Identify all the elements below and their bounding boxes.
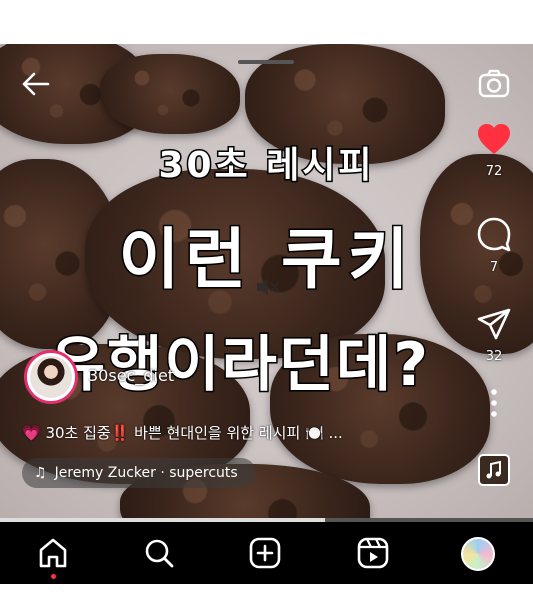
music-note-icon: ♫ — [34, 465, 47, 481]
more-icon[interactable] — [489, 388, 499, 418]
comment-count: 7 — [489, 260, 499, 275]
notification-dot — [51, 574, 56, 579]
like-count: 72 — [485, 164, 503, 179]
comment-action[interactable]: 7 — [468, 216, 520, 275]
share-count: 32 — [485, 349, 503, 364]
camera-icon[interactable] — [476, 66, 512, 102]
create-icon[interactable] — [248, 536, 282, 570]
reels-icon[interactable] — [356, 536, 390, 570]
audio-thumbnail-button[interactable] — [468, 454, 520, 490]
username[interactable]: 30sec_diet — [88, 366, 174, 385]
drag-handle[interactable] — [238, 60, 294, 64]
caption-line-1: 30초 레시피 — [157, 144, 375, 188]
heart-icon[interactable] — [476, 122, 512, 156]
share-action[interactable]: 32 — [468, 307, 520, 364]
back-arrow-icon[interactable] — [18, 66, 54, 102]
reel-video[interactable]: 30초 레시피 이런 쿠키 유행이라던데? 72 7 32 30sec_diet… — [0, 44, 533, 522]
reels-screen: 30초 레시피 이런 쿠키 유행이라던데? 72 7 32 30sec_diet… — [0, 44, 533, 584]
music-pill[interactable]: ♫ Jeremy Zucker · supercuts — [22, 458, 256, 488]
mute-icon[interactable] — [254, 274, 280, 300]
search-icon[interactable] — [142, 536, 176, 570]
avatar-image — [30, 356, 72, 398]
music-track: Jeremy Zucker · supercuts — [54, 465, 238, 481]
caption-line-3: 유행이라던데? — [49, 329, 431, 402]
comment-icon[interactable] — [476, 216, 512, 252]
cookie-image — [100, 54, 240, 134]
profile-avatar[interactable] — [461, 537, 495, 571]
avatar[interactable] — [24, 350, 78, 404]
more-action[interactable] — [468, 388, 520, 422]
music-note-icon[interactable] — [478, 454, 510, 486]
bottom-navigation — [0, 522, 533, 584]
like-action[interactable]: 72 — [468, 122, 520, 179]
share-icon[interactable] — [476, 307, 512, 341]
post-description[interactable]: 💗 30초 집중‼️ 바쁜 현대인을 위한 레시피 🍽️ ... — [22, 422, 343, 443]
home-icon[interactable] — [36, 536, 70, 570]
